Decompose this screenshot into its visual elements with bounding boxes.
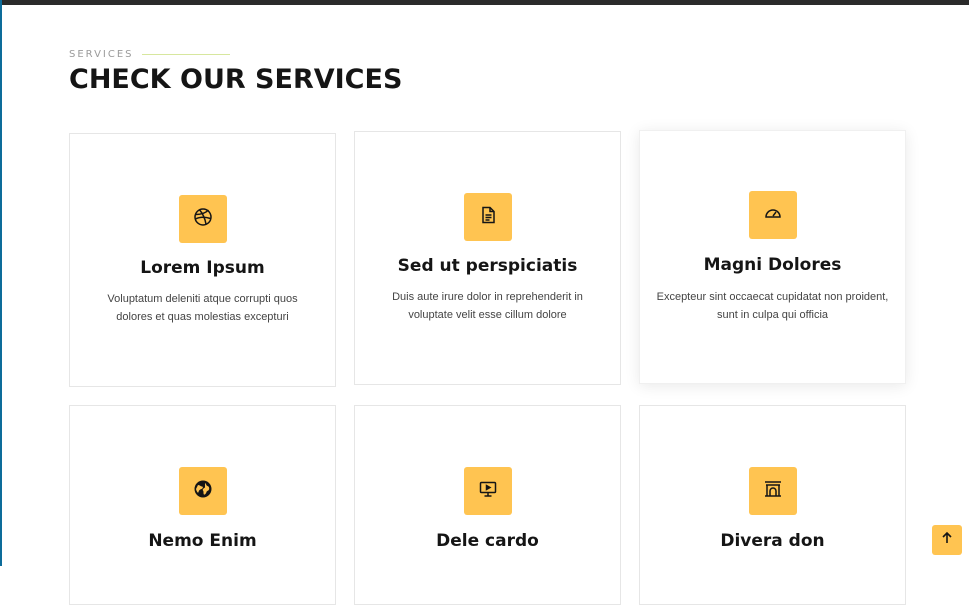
service-card-dele-cardo[interactable]: Dele cardo (354, 405, 621, 605)
service-title[interactable]: Magni Dolores (640, 255, 905, 275)
arrow-up-icon (940, 531, 954, 550)
service-icon-box (748, 191, 797, 239)
left-edge-border (0, 0, 2, 566)
archway-icon (763, 479, 783, 504)
service-description-line: Voluptatum deleniti atque corrupti quos (107, 293, 298, 305)
service-description-line: Excepteur sint occaecat cupidatat non pr… (656, 291, 889, 303)
service-card-magni-dolores[interactable]: Magni Dolores Excepteur sint occaecat cu… (639, 130, 906, 384)
section-kicker-text: SERVICES (69, 49, 134, 60)
service-description-line: voluptate velit esse cillum dolore (408, 309, 567, 321)
top-header-bar (0, 0, 969, 5)
speedometer-icon (763, 203, 783, 228)
service-description-line: dolores et quas molestias excepturi (116, 311, 289, 323)
service-description: Voluptatum deleniti atque corrupti quos … (94, 290, 311, 326)
scroll-to-top-button[interactable] (932, 525, 962, 555)
service-title[interactable]: Divera don (640, 531, 905, 551)
service-description: Excepteur sint occaecat cupidatat non pr… (652, 288, 893, 324)
service-title[interactable]: Sed ut perspiciatis (355, 256, 620, 276)
service-card-nemo-enim[interactable]: Nemo Enim (69, 405, 336, 605)
presentation-icon (478, 479, 498, 504)
service-title[interactable]: Dele cardo (355, 531, 620, 551)
service-icon-box (463, 193, 512, 241)
service-icon-box (178, 467, 227, 515)
service-icon-box (178, 195, 227, 243)
service-icon-box (748, 467, 797, 515)
service-title[interactable]: Nemo Enim (70, 531, 335, 551)
service-description: Duis aute irure dolor in reprehenderit i… (379, 288, 596, 324)
section-title: CHECK OUR SERVICES (69, 64, 403, 95)
service-description-line: sunt in culpa qui officia (716, 309, 829, 321)
service-card-divera-don[interactable]: Divera don (639, 405, 906, 605)
service-title[interactable]: Lorem Ipsum (70, 258, 335, 278)
section-kicker: SERVICES (69, 49, 230, 60)
globe-icon (193, 479, 213, 504)
service-icon-box (463, 467, 512, 515)
service-card-lorem-ipsum[interactable]: Lorem Ipsum Voluptatum deleniti atque co… (69, 133, 336, 387)
file-text-icon (478, 205, 498, 230)
dribbble-icon (193, 207, 213, 232)
service-description-line: Duis aute irure dolor in reprehenderit i… (392, 291, 583, 303)
service-card-sed-ut-perspiciatis[interactable]: Sed ut perspiciatis Duis aute irure dolo… (354, 131, 621, 385)
section-kicker-line (141, 54, 230, 55)
